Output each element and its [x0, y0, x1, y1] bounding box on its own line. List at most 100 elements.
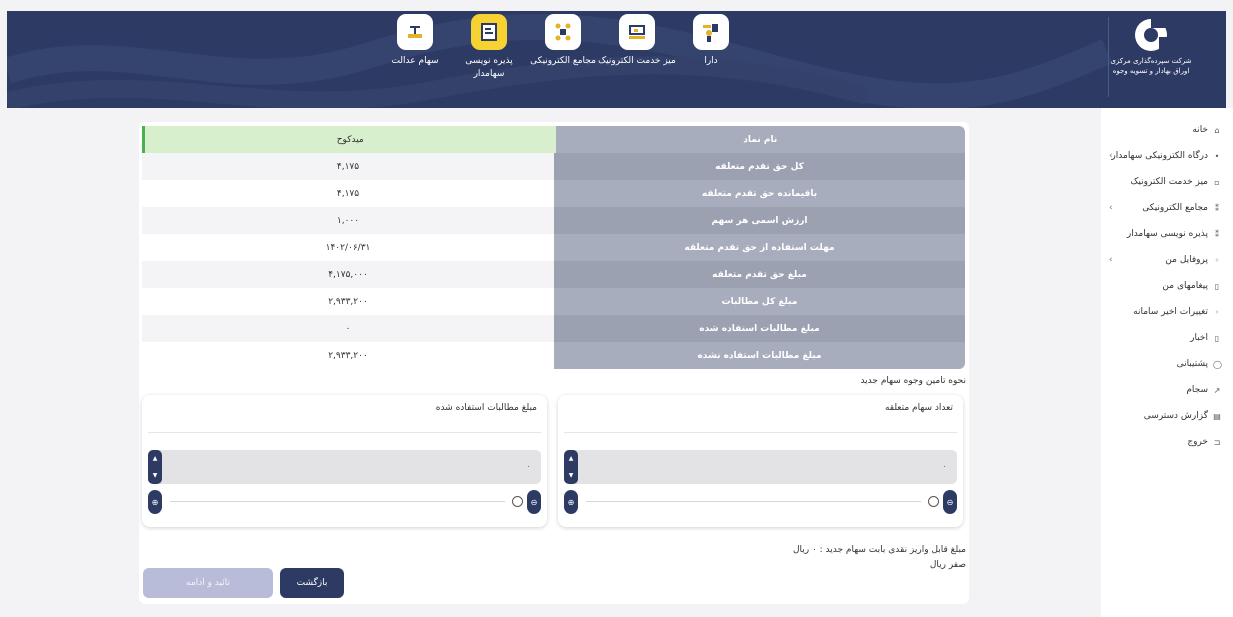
logo-text-line1: شرکت سپرده‌گذاری مرکزی — [1110, 57, 1192, 65]
justice-shares-icon — [397, 14, 433, 50]
company-logo[interactable]: شرکت سپرده‌گذاری مرکزی اوراق بهادار و تس… — [1106, 17, 1196, 76]
claims-panel-title: مبلغ مطالبات استفاده شده — [435, 403, 537, 413]
table-row: ۱۴۰۲/۰۶/۳۱ مهلت استفاده از حق تقدم متعلقه — [142, 234, 965, 261]
nav-subscription[interactable]: پذیره نویسی سهامدار — [449, 14, 529, 81]
claims-panel: مبلغ مطالبات استفاده شده ▲ ▼ ۰ ⊕ ⊖ — [142, 395, 547, 527]
sidebar-item-label: سجام — [1186, 385, 1208, 395]
table-row: ۴,۱۷۵,۰۰۰ مبلغ حق تقدم متعلقه — [142, 261, 965, 288]
spin-up-icon[interactable]: ▲ — [569, 455, 574, 462]
table-row: ۱,۰۰۰ ارزش اسمی هر سهم — [142, 207, 965, 234]
rights-info-table: میدکوح نام نماد ۴,۱۷۵ کل حق تقدم متعلقه ۴,… — [142, 126, 965, 369]
sidebar-item-profile[interactable]: ◦ پروفایل من ‹ — [1109, 250, 1221, 270]
sidebar-item-news[interactable]: ▯ اخبار — [1111, 328, 1221, 348]
sidebar-item-subscription[interactable]: ⁑ پذیره نویسی سهامدار — [1111, 224, 1221, 244]
row-value: ۰ — [142, 315, 554, 342]
row-label: مبلغ مطالبات استفاده نشده — [554, 342, 965, 369]
sidebar-item-label: خروج — [1187, 437, 1208, 447]
slider-increase-button[interactable]: ⊕ — [148, 490, 162, 514]
sidebar-item-label: درگاه الکترونیکی سهامدار — [1111, 151, 1208, 161]
message-icon: ▯ — [1214, 281, 1220, 291]
sidebar-item-label: پذیره نویسی سهامدار — [1126, 229, 1208, 239]
sidebar-item-portal[interactable]: • درگاه الکترونیکی سهامدار ‹ — [1109, 146, 1221, 166]
assembly-meeting-icon — [545, 14, 581, 50]
sidebar-item-label: اخبار — [1190, 333, 1208, 343]
divider — [564, 432, 957, 433]
claims-input-value: ۰ — [526, 462, 531, 472]
payable-amount-text: مبلغ قابل واریز نقدی بابت سهام جدید : ۰ … — [792, 545, 966, 555]
sidebar-item-changes[interactable]: ◦ تغییرات اخیر سامانه — [1111, 302, 1221, 322]
sidebar-item-label: تغییرات اخیر سامانه — [1133, 307, 1208, 317]
slider-track[interactable] — [586, 501, 921, 502]
subscription-document-icon — [471, 14, 507, 50]
sidebar: ⌂ خانه • درگاه الکترونیکی سهامدار ‹ ▫ میز خد… — [1101, 108, 1233, 617]
sidebar-item-logout[interactable]: ⊐ خروج — [1111, 432, 1221, 452]
meeting-icon: ⁑ — [1215, 203, 1219, 213]
table-row: ۴,۱۷۵ باقیمانده حق تقدم متعلقه — [142, 180, 965, 207]
claims-number-input[interactable]: ▲ ▼ ۰ — [148, 450, 541, 484]
shares-spinner[interactable]: ▲ ▼ — [564, 450, 578, 484]
top-header: دارا میز خدمت الکترونیک مجامع الکترونیکی… — [7, 11, 1226, 108]
chevron-left-icon: ‹ — [1109, 151, 1113, 161]
row-value: ۱۴۰۲/۰۶/۳۱ — [142, 234, 554, 261]
plus-icon: ⊕ — [151, 497, 159, 507]
shares-panel-title: تعداد سهام متعلقه — [884, 403, 953, 413]
sidebar-item-label: مجامع الکترونیکی — [1142, 203, 1208, 213]
sidebar-item-assemblies[interactable]: ⁑ مجامع الکترونیکی ‹ — [1109, 198, 1221, 218]
slider-decrease-button[interactable]: ⊖ — [943, 490, 957, 514]
minus-icon: ⊖ — [530, 497, 538, 507]
shares-panel: تعداد سهام متعلقه ▲ ▼ ۰ ⊕ ⊖ — [558, 395, 963, 527]
sidebar-item-access-report[interactable]: ▤ گزارش دسترسی — [1111, 406, 1221, 426]
report-icon: ▤ — [1213, 411, 1221, 421]
support-icon: ◯ — [1213, 359, 1222, 369]
table-row: ۲,۹۳۳,۲۰۰ مبلغ کل مطالبات — [142, 288, 965, 315]
nav-assemblies-label: مجامع الکترونیکی — [530, 56, 596, 66]
desk-icon: ▫ — [1214, 177, 1220, 187]
divider — [148, 432, 541, 433]
user-icon: ◦ — [1214, 255, 1220, 265]
logo-mark-icon — [1135, 19, 1168, 51]
slider-track[interactable] — [170, 501, 505, 502]
sidebar-item-label: پیغامهای من — [1162, 281, 1208, 291]
spin-down-icon[interactable]: ▼ — [153, 472, 158, 479]
portal-icon: • — [1214, 151, 1220, 161]
row-label: مهلت استفاده از حق تقدم متعلقه — [554, 234, 965, 261]
claims-slider[interactable]: ⊕ ⊖ — [148, 490, 541, 514]
sidebar-item-sejam[interactable]: ↗ سجام — [1111, 380, 1221, 400]
row-label: نام نماد — [555, 126, 965, 153]
minus-icon: ⊖ — [946, 497, 954, 507]
sidebar-item-service-desk[interactable]: ▫ میز خدمت الکترونیک — [1111, 172, 1221, 192]
slider-thumb[interactable] — [512, 496, 523, 507]
sidebar-item-label: پروفایل من — [1165, 255, 1208, 265]
confirm-continue-button[interactable]: تائید و ادامه — [143, 568, 273, 598]
sidebar-item-label: گزارش دسترسی — [1143, 411, 1208, 421]
row-value: ۲,۹۳۳,۲۰۰ — [142, 342, 554, 369]
slider-increase-button[interactable]: ⊕ — [564, 490, 578, 514]
spin-down-icon[interactable]: ▼ — [569, 472, 574, 479]
row-value: ۴,۱۷۵,۰۰۰ — [142, 261, 554, 288]
plus-icon: ⊕ — [567, 497, 575, 507]
slider-thumb[interactable] — [928, 496, 939, 507]
claims-spinner[interactable]: ▲ ▼ — [148, 450, 162, 484]
table-row: ۲,۹۳۳,۲۰۰ مبلغ مطالبات استفاده نشده — [142, 342, 965, 369]
table-row: ۰ مبلغ مطالبات استفاده شده — [142, 315, 965, 342]
shares-number-input[interactable]: ▲ ▼ ۰ — [564, 450, 957, 484]
nav-service-desk[interactable]: میز خدمت الکترونیک — [597, 14, 677, 68]
chevron-left-icon: ‹ — [1109, 255, 1113, 265]
payable-amount-words: صفر ریال — [929, 560, 966, 570]
sidebar-item-home[interactable]: ⌂ خانه — [1111, 120, 1221, 140]
nav-assemblies[interactable]: مجامع الکترونیکی — [523, 14, 603, 68]
row-value: میدکوح — [142, 126, 556, 153]
shares-slider[interactable]: ⊕ ⊖ — [564, 490, 957, 514]
row-value: ۴,۱۷۵ — [142, 153, 554, 180]
sidebar-item-label: پشتیبانی — [1176, 359, 1208, 369]
sidebar-item-messages[interactable]: ▯ پیغامهای من — [1111, 276, 1221, 296]
logout-icon: ⊐ — [1213, 437, 1221, 447]
spin-up-icon[interactable]: ▲ — [153, 455, 158, 462]
nav-dara[interactable]: دارا — [671, 14, 751, 68]
nav-justice-shares[interactable]: سهام عدالت — [375, 14, 455, 68]
sidebar-item-support[interactable]: ◯ پشتیبانی — [1111, 354, 1222, 374]
table-row: ۴,۱۷۵ کل حق تقدم متعلقه — [142, 153, 965, 180]
slider-decrease-button[interactable]: ⊖ — [527, 490, 541, 514]
sidebar-item-label: خانه — [1192, 125, 1208, 135]
back-button[interactable]: بازگشت — [280, 568, 344, 598]
